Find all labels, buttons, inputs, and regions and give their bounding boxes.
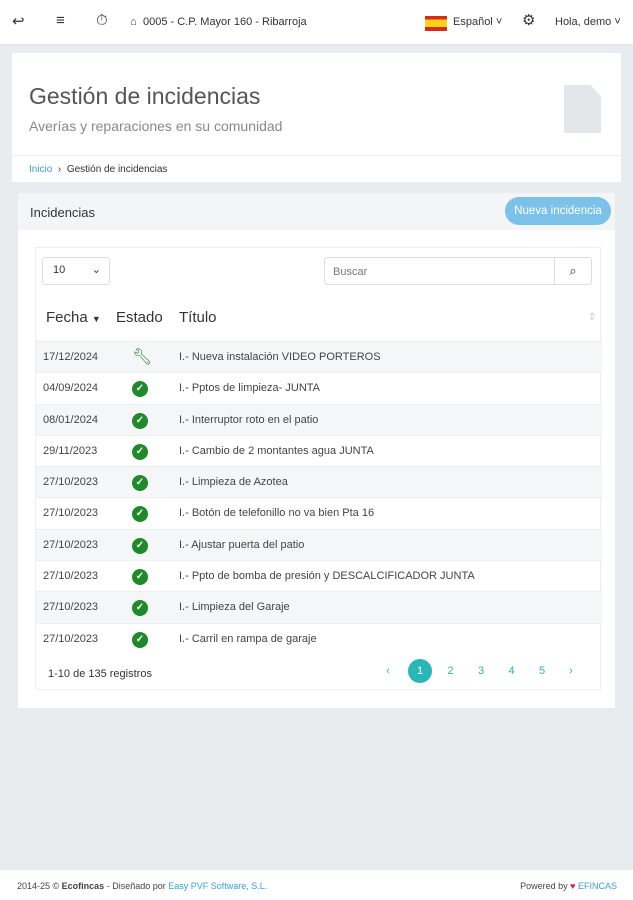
column-header-fecha[interactable]: Fecha ▼	[46, 309, 101, 326]
language-label: Español	[453, 16, 493, 28]
check-circle-icon: ✓	[132, 443, 148, 460]
panel-header: Incidencias Nueva incidencia	[18, 193, 615, 230]
copyright-text: 2014-25 ©	[17, 881, 62, 891]
community-selector[interactable]: 0005 - C.P. Mayor 160 - Ribarroja	[143, 16, 307, 28]
check-circle-icon: ✓	[132, 412, 148, 429]
table-row[interactable]: 27/10/2023 ✓ I.- Ppto de bomba de presión …	[36, 560, 602, 591]
page-button[interactable]: 2	[439, 659, 463, 683]
records-info: 1-10 de 135 registros	[48, 668, 152, 680]
check-circle-icon: ✓	[132, 506, 148, 523]
row-title[interactable]: I.- Limpieza de Azotea	[179, 476, 288, 488]
table-row[interactable]: 29/11/2023 ✓ I.- Cambio de 2 montantes agu…	[36, 434, 602, 466]
sort-icon[interactable]: ⇕	[588, 312, 596, 323]
row-title[interactable]: I.- Nueva instalación VIDEO PORTEROS	[179, 351, 381, 363]
table-row[interactable]: 04/09/2024 ✓ I.- Pptos de limpieza- JUNTA	[36, 372, 602, 403]
divider	[12, 155, 621, 156]
table-row[interactable]: 27/10/2023 ✓ I.- Botón de telefonillo no v…	[36, 497, 602, 528]
column-label: Fecha	[46, 309, 88, 326]
row-date: 27/10/2023	[43, 507, 99, 520]
row-date: 17/12/2024	[43, 351, 99, 363]
wrench-icon: 🔧︎	[132, 349, 153, 366]
incidents-panel: Incidencias Nueva incidencia 10 ⌄ Buscar ⌕…	[18, 193, 615, 708]
page-size-value: 10	[53, 264, 66, 276]
incidents-table-wrapper: 10 ⌄ Buscar ⌕ Fecha ▼ Estado Título ⇕ 17/1…	[35, 247, 602, 690]
breadcrumb-home[interactable]: Inicio	[29, 164, 52, 175]
sort-desc-icon: ▼	[91, 314, 101, 324]
column-header-titulo[interactable]: Título	[179, 309, 217, 326]
timer-icon[interactable]: ⏱	[96, 12, 108, 29]
footer-copyright: 2014-25 © Ecofincas - Diseñado por Easy …	[17, 881, 267, 891]
page-title: Gestión de incidencias	[29, 83, 261, 109]
prev-page-button[interactable]: ‹	[376, 659, 400, 683]
row-date: 27/10/2023	[43, 476, 99, 489]
breadcrumb-current: Gestión de incidencias	[66, 164, 168, 175]
page-button[interactable]: 5	[530, 659, 554, 683]
gear-icon[interactable]: ⚙	[522, 11, 535, 29]
spain-flag-icon[interactable]	[425, 16, 447, 31]
check-circle-icon: ✓	[132, 600, 148, 617]
home-icon[interactable]: ⌂	[130, 16, 137, 28]
designer-link[interactable]: Easy PVF Software, S.L.	[168, 881, 267, 891]
footer-powered: Powered by ♥ EFINCAS	[520, 881, 617, 891]
top-bar: ↩ ≡ ⏱ ⌂ 0005 - C.P. Mayor 160 - Ribarroj…	[0, 0, 633, 45]
row-date: 08/01/2024	[43, 413, 99, 426]
next-page-button[interactable]: ›	[559, 659, 583, 683]
check-circle-icon: ✓	[132, 381, 148, 398]
back-icon[interactable]: ↩	[12, 12, 25, 30]
table-body: 17/12/2024 🔧︎ I.- Nueva instalación VIDEO …	[36, 341, 602, 654]
page-button[interactable]: 4	[500, 659, 524, 683]
table-row[interactable]: 08/01/2024 ✓ I.- Interruptor roto en el pa…	[36, 403, 602, 435]
table-row[interactable]: 27/10/2023 ✓ I.- Limpieza del Garaje	[36, 591, 602, 623]
table-row[interactable]: 27/10/2023 ✓ I.- Carril en rampa de garaje	[36, 622, 602, 654]
language-selector[interactable]: Español ˅	[453, 16, 502, 28]
row-date: 27/10/2023	[43, 570, 99, 583]
powered-text: Powered by	[520, 881, 571, 891]
row-date: 27/10/2023	[43, 538, 99, 551]
row-title[interactable]: I.- Ajustar puerta del patio	[179, 539, 304, 551]
check-circle-icon: ✓	[132, 569, 148, 586]
row-date: 27/10/2023	[43, 632, 99, 645]
row-title[interactable]: I.- Botón de telefonillo no va bien Pta …	[179, 507, 374, 519]
heart-icon: ♥	[570, 881, 576, 891]
check-circle-icon: ✓	[132, 537, 148, 554]
check-circle-icon: ✓	[132, 631, 148, 648]
search-placeholder: Buscar	[333, 266, 368, 278]
row-title[interactable]: I.- Interruptor roto en el patio	[179, 414, 318, 426]
designed-text: - Diseñado por	[104, 881, 169, 891]
row-title[interactable]: I.- Limpieza del Garaje	[179, 601, 290, 613]
user-label: Hola, demo	[555, 16, 612, 28]
page-button[interactable]: 3	[469, 659, 493, 683]
breadcrumb: Inicio › Gestión de incidencias	[29, 164, 168, 175]
page-subtitle: Averías y reparaciones en su comunidad	[29, 118, 283, 134]
table-row[interactable]: 17/12/2024 🔧︎ I.- Nueva instalación VIDEO …	[36, 341, 602, 373]
check-circle-icon: ✓	[132, 475, 148, 492]
page-button[interactable]: 1	[408, 659, 432, 683]
table-row[interactable]: 27/10/2023 ✓ I.- Ajustar puerta del patio	[36, 528, 602, 561]
chevron-down-icon: ⌄	[91, 264, 101, 276]
row-title[interactable]: I.- Carril en rampa de garaje	[179, 633, 317, 645]
row-date: 27/10/2023	[43, 601, 99, 614]
row-title[interactable]: I.- Pptos de limpieza- JUNTA	[179, 382, 320, 394]
search-icon[interactable]: ⌕	[554, 258, 591, 284]
new-incident-button[interactable]: Nueva incidencia	[505, 197, 611, 225]
efincas-link[interactable]: EFINCAS	[578, 881, 617, 891]
column-header-estado[interactable]: Estado	[116, 309, 163, 326]
page-header: Gestión de incidencias Averías y reparac…	[12, 53, 621, 182]
row-date: 04/09/2024	[43, 382, 99, 395]
brand-name: Ecofincas	[61, 881, 105, 891]
row-date: 29/11/2023	[43, 444, 98, 457]
user-menu[interactable]: Hola, demo ˅	[555, 16, 621, 28]
row-title[interactable]: I.- Cambio de 2 montantes agua JUNTA	[179, 445, 374, 457]
table-row[interactable]: 27/10/2023 ✓ I.- Limpieza de Azotea	[36, 466, 602, 498]
document-icon	[564, 85, 601, 133]
menu-icon[interactable]: ≡	[56, 12, 65, 29]
page-size-select[interactable]: 10 ⌄	[42, 257, 110, 285]
footer: 2014-25 © Ecofincas - Diseñado por Easy …	[0, 870, 633, 900]
search-input[interactable]: Buscar ⌕	[324, 257, 592, 285]
row-title[interactable]: I.- Ppto de bomba de presión y DESCALCIF…	[179, 570, 475, 582]
panel-title: Incidencias	[30, 205, 96, 220]
